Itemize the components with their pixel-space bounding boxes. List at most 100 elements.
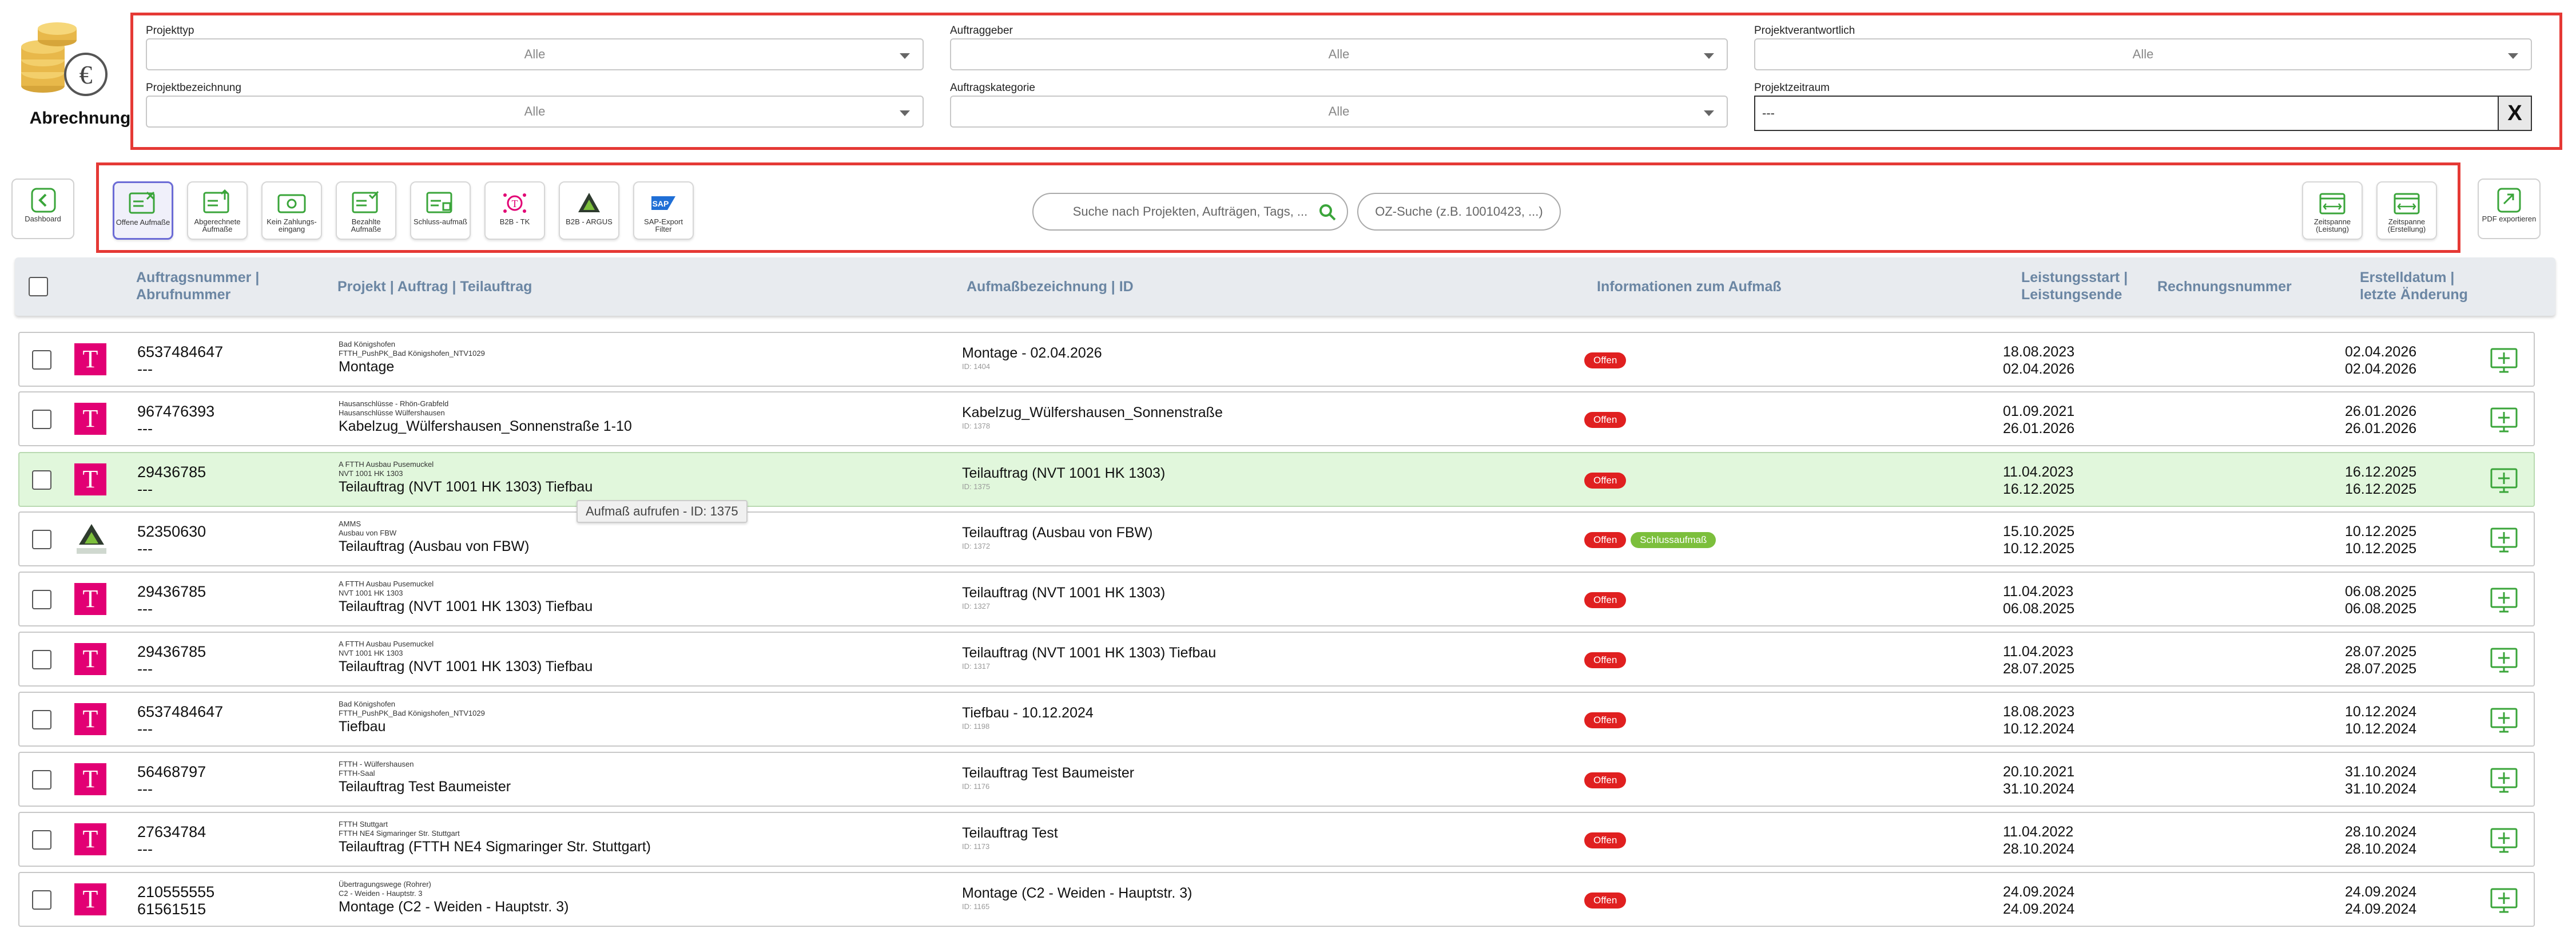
column-aufmass[interactable]: Aufmaßbezeichnung | ID: [967, 278, 1134, 295]
app-logo: € Abrechnung: [11, 17, 130, 132]
b2b-argus-button[interactable]: B2B - ARGUS: [559, 181, 619, 240]
aufmass-name: Teilauftrag (NVT 1001 HK 1303) Tiefbau: [962, 645, 1217, 661]
column-auftragsnummer[interactable]: Auftragsnummer | Abrufnummer: [136, 269, 259, 303]
abgerechnete-aufmasse-button[interactable]: Abgerechnete Aufmaße: [187, 181, 248, 240]
table-row[interactable]: T 967476393 --- Hausanschlüsse - Rhön-Grabf…: [18, 391, 2535, 446]
search-input[interactable]: Suche nach Projekten, Aufträgen, Tags, .…: [1032, 193, 1348, 231]
row-checkbox[interactable]: [32, 470, 51, 490]
table-row[interactable]: T 6537484647 --- Bad Königshofen FTTH_PushPK…: [18, 332, 2535, 387]
filter-label: Auftragskategorie: [950, 82, 1035, 94]
row-checkbox[interactable]: [32, 830, 51, 850]
auftragsnummer: 29436785: [137, 583, 206, 600]
open-aufmass-icon[interactable]: [2489, 767, 2519, 794]
clear-date-button[interactable]: X: [2498, 96, 2532, 131]
leistungsende: 10.12.2024: [2003, 721, 2075, 737]
row-checkbox[interactable]: [32, 890, 51, 910]
row-checkbox[interactable]: [32, 350, 51, 370]
table-row[interactable]: T 29436785 --- A FTTH Ausbau Pusemuckel NVT …: [18, 572, 2535, 626]
aufmass-id: ID: 1317: [962, 662, 991, 671]
open-aufmass-icon[interactable]: [2489, 707, 2519, 734]
projekt-name: A FTTH Ausbau Pusemuckel: [339, 580, 434, 588]
projektbezeichnung-select[interactable]: Alle: [146, 96, 924, 128]
table-row[interactable]: T 29436785 --- A FTTH Ausbau Pusemuckel NVT …: [18, 452, 2535, 507]
leistung-dates-cell: 15.10.2025 10.12.2025: [2003, 523, 2074, 557]
aufmass-id: ID: 1176: [962, 782, 990, 791]
offene-aufmasse-button[interactable]: Offene Aufmaße: [113, 181, 173, 240]
svg-text:€: €: [79, 60, 93, 89]
letzte-aenderung: 26.01.2026: [2345, 421, 2417, 437]
schlussaufmass-button[interactable]: Schluss-aufmaß: [410, 181, 471, 240]
chevron-down-icon: [900, 53, 910, 59]
table-row[interactable]: T 27634784 --- FTTH Stuttgart FTTH NE4 Sigma…: [18, 812, 2535, 867]
table-row[interactable]: T 29436785 --- A FTTH Ausbau Pusemuckel NVT …: [18, 632, 2535, 687]
open-aufmass-icon[interactable]: [2489, 646, 2519, 674]
sap-export-button[interactable]: SAP SAP-Export Filter: [633, 181, 694, 240]
open-aufmass-icon[interactable]: [2489, 526, 2519, 554]
search-placeholder: Suche nach Projekten, Aufträgen, Tags, .…: [1072, 204, 1308, 219]
auftrag-name: FTTH NE4 Sigmaringer Str. Stuttgart: [339, 829, 460, 838]
erstelldatum: 28.10.2024: [2345, 824, 2417, 840]
auftragsnummer: 6537484647: [137, 343, 224, 360]
row-checkbox[interactable]: [32, 410, 51, 429]
open-aufmass-icon[interactable]: [2489, 406, 2519, 434]
schlussaufmass-badge: Schlussaufmaß: [1631, 532, 1716, 548]
projektverantwortlich-select[interactable]: Alle: [1754, 38, 2532, 70]
status-badges: Offen: [1584, 772, 1627, 788]
zeitspanne-erstellung-button[interactable]: Zeitspanne (Erstellung): [2376, 181, 2437, 240]
table-row[interactable]: T 210555555 61561515 Übertragungswege (Rohr…: [18, 872, 2535, 927]
auftrag-name: FTTH-Saal: [339, 769, 375, 778]
b2b-tk-button[interactable]: T B2B - TK: [484, 181, 545, 240]
table-row[interactable]: 52350630 --- AMMS Ausbau von FBW Teilauftrag…: [18, 511, 2535, 566]
date-range-input[interactable]: ---: [1754, 96, 2498, 131]
letzte-aenderung: 28.10.2024: [2345, 841, 2417, 857]
status-badges: Offen Schlussaufmaß: [1584, 532, 1716, 548]
teilauftrag-name: Montage (C2 - Weiden - Hauptstr. 3): [339, 899, 569, 915]
pdf-export-button[interactable]: PDF exportieren: [2478, 178, 2541, 239]
telekom-logo: T: [74, 703, 106, 735]
dashboard-label: Dashboard: [25, 215, 61, 223]
bezahlte-aufmasse-button[interactable]: Bezahlte Aufmaße: [336, 181, 396, 240]
leistung-dates-cell: 01.09.2021 26.01.2026: [2003, 403, 2074, 437]
column-projekt[interactable]: Projekt | Auftrag | Teilauftrag: [337, 278, 532, 295]
table-row[interactable]: T 56468797 --- FTTH - Wülfershausen FTTH-Saa…: [18, 752, 2535, 807]
auftragsnummer-cell: 29436785 ---: [137, 583, 206, 617]
zeitspanne-leistung-label: Zeitspanne (Leistung): [2313, 217, 2351, 233]
zeitspanne-leistung-button[interactable]: Zeitspanne (Leistung): [2302, 181, 2363, 240]
auftragsnummer: 27634784: [137, 823, 206, 840]
table-row[interactable]: T 6537484647 --- Bad Königshofen FTTH_PushPK…: [18, 692, 2535, 747]
erstelldatum: 26.01.2026: [2345, 403, 2417, 419]
column-rechnungsnummer[interactable]: Rechnungsnummer: [2157, 278, 2292, 295]
row-checkbox[interactable]: [32, 770, 51, 790]
aufmass-id: ID: 1372: [962, 542, 991, 550]
dashboard-button[interactable]: Dashboard: [11, 178, 74, 239]
open-aufmass-icon[interactable]: [2489, 586, 2519, 614]
oz-search-input[interactable]: OZ-Suche (z.B. 10010423, ...): [1357, 193, 1561, 231]
filter-label: Auftraggeber: [950, 25, 1013, 37]
kein-zahlungseingang-button[interactable]: Kein Zahlungs-eingang: [261, 181, 322, 240]
oz-search-placeholder: OZ-Suche (z.B. 10010423, ...): [1375, 204, 1543, 219]
auftragskategorie-select[interactable]: Alle: [950, 96, 1728, 128]
auftraggeber-select[interactable]: Alle: [950, 38, 1728, 70]
open-aufmass-icon[interactable]: [2489, 347, 2519, 374]
open-aufmass-icon[interactable]: [2489, 467, 2519, 494]
open-aufmass-icon[interactable]: [2489, 887, 2519, 914]
column-erstelldatum[interactable]: Erstelldatum | letzte Änderung: [2360, 269, 2468, 303]
auftragsnummer: 29436785: [137, 463, 206, 481]
row-checkbox[interactable]: [32, 530, 51, 549]
leistung-dates-cell: 11.04.2023 06.08.2025: [2003, 583, 2074, 617]
letzte-aenderung: 10.12.2024: [2345, 721, 2417, 737]
projekt-name: AMMS: [339, 519, 361, 528]
column-leistungsstart[interactable]: Leistungsstart | Leistungsende: [2021, 269, 2128, 303]
teilauftrag-name: Teilauftrag (NVT 1001 HK 1303) Tiefbau: [339, 598, 593, 614]
row-checkbox[interactable]: [32, 650, 51, 669]
open-aufmass-icon[interactable]: [2489, 827, 2519, 854]
projekt-name: A FTTH Ausbau Pusemuckel: [339, 460, 434, 469]
row-checkbox[interactable]: [32, 590, 51, 609]
projekt-name: Bad Königshofen: [339, 340, 396, 348]
projekttyp-select[interactable]: Alle: [146, 38, 924, 70]
auftragsnummer-cell: 967476393 ---: [137, 403, 214, 437]
argus-logo: [74, 522, 109, 557]
row-checkbox[interactable]: [32, 710, 51, 729]
chevron-down-icon: [900, 110, 910, 116]
select-all-checkbox[interactable]: [29, 277, 48, 296]
